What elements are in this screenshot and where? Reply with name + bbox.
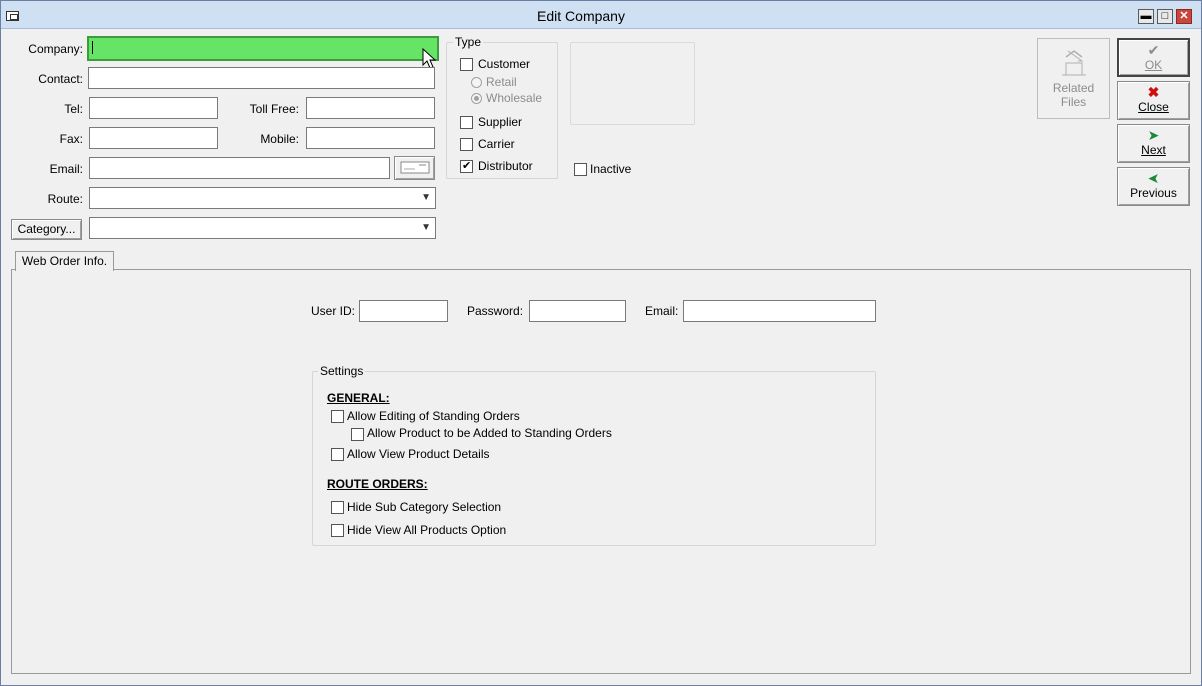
related-files-button[interactable]: Related Files — [1037, 38, 1110, 119]
previous-button[interactable]: ➤ Previous — [1117, 167, 1190, 206]
wholesale-radio[interactable] — [471, 93, 482, 104]
type-group-title: Type — [453, 35, 484, 49]
window-title: Edit Company — [537, 8, 625, 24]
mobile-input[interactable] — [306, 127, 435, 149]
company-input[interactable] — [87, 36, 439, 61]
folder-tree-icon — [1061, 50, 1086, 76]
related-files-label-2: Files — [1060, 95, 1087, 109]
email-send-button[interactable] — [394, 156, 435, 180]
checkmark-icon: ✔ — [1147, 42, 1160, 58]
category-select[interactable]: ▼ — [89, 217, 436, 239]
hide-sub-category-label: Hide Sub Category Selection — [347, 500, 502, 514]
maximize-button[interactable]: □ — [1157, 9, 1173, 24]
route-orders-heading: ROUTE ORDERS: — [327, 477, 428, 491]
web-email-input[interactable] — [683, 300, 876, 322]
supplier-checkbox[interactable] — [460, 116, 473, 129]
chevron-down-icon: ▼ — [421, 192, 431, 203]
text-caret — [92, 41, 93, 54]
web-email-label: Email: — [645, 304, 679, 318]
carrier-label: Carrier — [478, 137, 515, 151]
allow-product-added-label: Allow Product to be Added to Standing Or… — [367, 426, 612, 440]
company-label: Company: — [28, 42, 83, 56]
settings-title: Settings — [318, 364, 366, 378]
allow-view-details-label: Allow View Product Details — [347, 447, 490, 461]
hide-sub-category-checkbox[interactable] — [331, 501, 344, 514]
tel-label: Tel: — [64, 102, 83, 116]
password-label: Password: — [467, 304, 524, 318]
retail-label: Retail — [486, 75, 517, 89]
contact-label: Contact: — [38, 72, 83, 86]
close-button[interactable]: ✖ Close — [1117, 81, 1190, 120]
close-label: Close — [1138, 100, 1169, 114]
supplier-label: Supplier — [478, 115, 523, 129]
tab-web-order-info[interactable]: Web Order Info. — [15, 251, 114, 271]
allow-editing-standing-label: Allow Editing of Standing Orders — [347, 409, 520, 423]
next-arrow-icon: ➤ — [1147, 127, 1160, 143]
distributor-checkbox[interactable] — [460, 159, 473, 173]
inactive-label: Inactive — [590, 162, 632, 176]
user-id-label: User ID: — [311, 304, 356, 318]
next-label: Next — [1141, 143, 1166, 157]
inactive-checkbox[interactable] — [574, 163, 587, 176]
email-label: Email: — [49, 162, 83, 176]
mobile-label: Mobile: — [260, 132, 299, 146]
chevron-down-icon: ▼ — [421, 222, 431, 233]
allow-view-details-checkbox[interactable] — [331, 448, 344, 461]
ok-label: OK — [1144, 58, 1163, 72]
allow-editing-standing-checkbox[interactable] — [331, 410, 344, 423]
customer-checkbox[interactable] — [460, 58, 473, 71]
tel-input[interactable] — [89, 97, 218, 119]
distributor-label: Distributor — [478, 159, 533, 173]
minimize-button[interactable]: ▬ — [1138, 9, 1154, 24]
x-icon: ✖ — [1147, 84, 1160, 100]
contact-input[interactable] — [88, 67, 435, 89]
carrier-checkbox[interactable] — [460, 138, 473, 151]
email-input[interactable] — [89, 157, 390, 179]
ok-button[interactable]: ✔ OK — [1117, 38, 1190, 77]
related-files-label-1: Related — [1052, 81, 1095, 95]
retail-radio[interactable] — [471, 77, 482, 88]
user-id-input[interactable] — [359, 300, 448, 322]
hide-view-all-label: Hide View All Products Option — [347, 523, 507, 537]
previous-arrow-icon: ➤ — [1147, 170, 1160, 186]
route-select[interactable]: ▼ — [89, 187, 436, 209]
category-button[interactable]: Category... — [11, 219, 82, 240]
customer-label: Customer — [478, 57, 531, 71]
allow-product-added-checkbox[interactable] — [351, 428, 364, 441]
envelope-icon — [400, 161, 429, 174]
next-button[interactable]: ➤ Next — [1117, 124, 1190, 163]
hide-view-all-checkbox[interactable] — [331, 524, 344, 537]
close-window-button[interactable]: ✕ — [1176, 9, 1192, 24]
route-label: Route: — [47, 192, 83, 206]
fax-input[interactable] — [89, 127, 218, 149]
previous-label: Previous — [1130, 186, 1177, 200]
title-bar[interactable]: Edit Company ▬ □ ✕ — [1, 1, 1201, 29]
wholesale-label: Wholesale — [486, 91, 543, 105]
image-placeholder[interactable] — [570, 42, 695, 125]
fax-label: Fax: — [59, 132, 83, 146]
toll-free-label: Toll Free: — [249, 102, 299, 116]
general-heading: GENERAL: — [327, 391, 390, 405]
toll-free-input[interactable] — [306, 97, 435, 119]
edit-company-window: Edit Company ▬ □ ✕ Company: Contact: Tel… — [0, 0, 1202, 686]
password-input[interactable] — [529, 300, 626, 322]
